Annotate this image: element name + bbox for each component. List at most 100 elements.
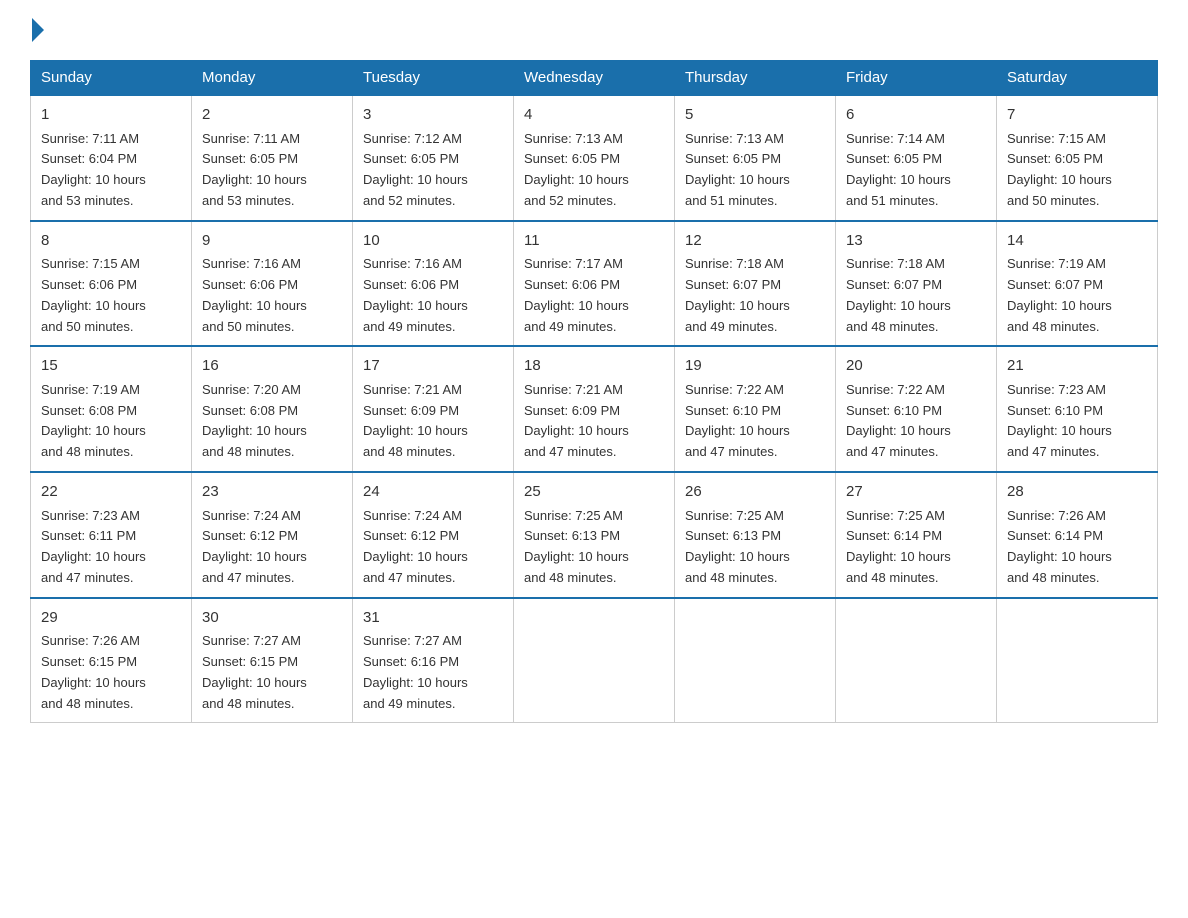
day-number: 21 (1007, 355, 1147, 378)
col-header-monday: Monday (192, 61, 353, 96)
day-cell-1: 1Sunrise: 7:11 AMSunset: 6:04 PMDaylight… (31, 95, 192, 221)
day-number: 17 (363, 355, 503, 378)
day-info: Sunrise: 7:15 AMSunset: 6:05 PMDaylight:… (1007, 129, 1147, 212)
col-header-wednesday: Wednesday (514, 61, 675, 96)
day-info: Sunrise: 7:14 AMSunset: 6:05 PMDaylight:… (846, 129, 986, 212)
day-info: Sunrise: 7:19 AMSunset: 6:07 PMDaylight:… (1007, 254, 1147, 337)
day-number: 23 (202, 481, 342, 504)
day-cell-15: 15Sunrise: 7:19 AMSunset: 6:08 PMDayligh… (31, 346, 192, 472)
day-cell-19: 19Sunrise: 7:22 AMSunset: 6:10 PMDayligh… (675, 346, 836, 472)
day-cell-7: 7Sunrise: 7:15 AMSunset: 6:05 PMDaylight… (997, 95, 1158, 221)
day-cell-8: 8Sunrise: 7:15 AMSunset: 6:06 PMDaylight… (31, 221, 192, 347)
day-number: 14 (1007, 230, 1147, 253)
day-cell-empty (514, 598, 675, 723)
day-info: Sunrise: 7:22 AMSunset: 6:10 PMDaylight:… (685, 380, 825, 463)
day-cell-4: 4Sunrise: 7:13 AMSunset: 6:05 PMDaylight… (514, 95, 675, 221)
day-number: 19 (685, 355, 825, 378)
day-number: 12 (685, 230, 825, 253)
day-info: Sunrise: 7:20 AMSunset: 6:08 PMDaylight:… (202, 380, 342, 463)
day-cell-30: 30Sunrise: 7:27 AMSunset: 6:15 PMDayligh… (192, 598, 353, 723)
day-info: Sunrise: 7:13 AMSunset: 6:05 PMDaylight:… (524, 129, 664, 212)
day-cell-empty (836, 598, 997, 723)
day-info: Sunrise: 7:16 AMSunset: 6:06 PMDaylight:… (202, 254, 342, 337)
col-header-sunday: Sunday (31, 61, 192, 96)
day-info: Sunrise: 7:26 AMSunset: 6:14 PMDaylight:… (1007, 506, 1147, 589)
day-info: Sunrise: 7:18 AMSunset: 6:07 PMDaylight:… (846, 254, 986, 337)
day-info: Sunrise: 7:16 AMSunset: 6:06 PMDaylight:… (363, 254, 503, 337)
day-cell-20: 20Sunrise: 7:22 AMSunset: 6:10 PMDayligh… (836, 346, 997, 472)
day-cell-16: 16Sunrise: 7:20 AMSunset: 6:08 PMDayligh… (192, 346, 353, 472)
day-info: Sunrise: 7:15 AMSunset: 6:06 PMDaylight:… (41, 254, 181, 337)
col-header-tuesday: Tuesday (353, 61, 514, 96)
day-info: Sunrise: 7:11 AMSunset: 6:05 PMDaylight:… (202, 129, 342, 212)
day-info: Sunrise: 7:25 AMSunset: 6:13 PMDaylight:… (685, 506, 825, 589)
day-number: 28 (1007, 481, 1147, 504)
day-cell-13: 13Sunrise: 7:18 AMSunset: 6:07 PMDayligh… (836, 221, 997, 347)
day-cell-28: 28Sunrise: 7:26 AMSunset: 6:14 PMDayligh… (997, 472, 1158, 598)
day-number: 1 (41, 104, 181, 127)
week-row-5: 29Sunrise: 7:26 AMSunset: 6:15 PMDayligh… (31, 598, 1158, 723)
day-number: 29 (41, 607, 181, 630)
day-number: 13 (846, 230, 986, 253)
calendar-table: SundayMondayTuesdayWednesdayThursdayFrid… (30, 60, 1158, 723)
day-cell-5: 5Sunrise: 7:13 AMSunset: 6:05 PMDaylight… (675, 95, 836, 221)
day-number: 2 (202, 104, 342, 127)
day-cell-24: 24Sunrise: 7:24 AMSunset: 6:12 PMDayligh… (353, 472, 514, 598)
day-info: Sunrise: 7:23 AMSunset: 6:11 PMDaylight:… (41, 506, 181, 589)
day-number: 15 (41, 355, 181, 378)
day-number: 8 (41, 230, 181, 253)
week-row-4: 22Sunrise: 7:23 AMSunset: 6:11 PMDayligh… (31, 472, 1158, 598)
day-info: Sunrise: 7:13 AMSunset: 6:05 PMDaylight:… (685, 129, 825, 212)
day-cell-2: 2Sunrise: 7:11 AMSunset: 6:05 PMDaylight… (192, 95, 353, 221)
day-number: 5 (685, 104, 825, 127)
day-info: Sunrise: 7:21 AMSunset: 6:09 PMDaylight:… (363, 380, 503, 463)
day-info: Sunrise: 7:12 AMSunset: 6:05 PMDaylight:… (363, 129, 503, 212)
week-row-2: 8Sunrise: 7:15 AMSunset: 6:06 PMDaylight… (31, 221, 1158, 347)
day-number: 22 (41, 481, 181, 504)
day-cell-11: 11Sunrise: 7:17 AMSunset: 6:06 PMDayligh… (514, 221, 675, 347)
day-number: 4 (524, 104, 664, 127)
day-number: 25 (524, 481, 664, 504)
day-cell-22: 22Sunrise: 7:23 AMSunset: 6:11 PMDayligh… (31, 472, 192, 598)
day-cell-29: 29Sunrise: 7:26 AMSunset: 6:15 PMDayligh… (31, 598, 192, 723)
logo-triangle-icon (32, 18, 44, 42)
day-info: Sunrise: 7:21 AMSunset: 6:09 PMDaylight:… (524, 380, 664, 463)
day-cell-empty (675, 598, 836, 723)
col-header-thursday: Thursday (675, 61, 836, 96)
week-row-3: 15Sunrise: 7:19 AMSunset: 6:08 PMDayligh… (31, 346, 1158, 472)
day-info: Sunrise: 7:27 AMSunset: 6:15 PMDaylight:… (202, 631, 342, 714)
day-info: Sunrise: 7:23 AMSunset: 6:10 PMDaylight:… (1007, 380, 1147, 463)
day-number: 11 (524, 230, 664, 253)
day-cell-3: 3Sunrise: 7:12 AMSunset: 6:05 PMDaylight… (353, 95, 514, 221)
day-number: 18 (524, 355, 664, 378)
day-cell-9: 9Sunrise: 7:16 AMSunset: 6:06 PMDaylight… (192, 221, 353, 347)
day-info: Sunrise: 7:17 AMSunset: 6:06 PMDaylight:… (524, 254, 664, 337)
day-number: 7 (1007, 104, 1147, 127)
page-header (30, 20, 1158, 42)
logo (30, 20, 48, 42)
day-number: 6 (846, 104, 986, 127)
day-cell-17: 17Sunrise: 7:21 AMSunset: 6:09 PMDayligh… (353, 346, 514, 472)
day-info: Sunrise: 7:18 AMSunset: 6:07 PMDaylight:… (685, 254, 825, 337)
day-cell-23: 23Sunrise: 7:24 AMSunset: 6:12 PMDayligh… (192, 472, 353, 598)
day-cell-21: 21Sunrise: 7:23 AMSunset: 6:10 PMDayligh… (997, 346, 1158, 472)
day-cell-6: 6Sunrise: 7:14 AMSunset: 6:05 PMDaylight… (836, 95, 997, 221)
day-cell-14: 14Sunrise: 7:19 AMSunset: 6:07 PMDayligh… (997, 221, 1158, 347)
day-cell-18: 18Sunrise: 7:21 AMSunset: 6:09 PMDayligh… (514, 346, 675, 472)
day-number: 10 (363, 230, 503, 253)
day-number: 16 (202, 355, 342, 378)
day-cell-empty (997, 598, 1158, 723)
day-number: 27 (846, 481, 986, 504)
day-info: Sunrise: 7:27 AMSunset: 6:16 PMDaylight:… (363, 631, 503, 714)
day-number: 30 (202, 607, 342, 630)
day-info: Sunrise: 7:19 AMSunset: 6:08 PMDaylight:… (41, 380, 181, 463)
day-number: 26 (685, 481, 825, 504)
day-number: 9 (202, 230, 342, 253)
col-header-friday: Friday (836, 61, 997, 96)
day-number: 31 (363, 607, 503, 630)
day-info: Sunrise: 7:11 AMSunset: 6:04 PMDaylight:… (41, 129, 181, 212)
day-cell-27: 27Sunrise: 7:25 AMSunset: 6:14 PMDayligh… (836, 472, 997, 598)
day-cell-10: 10Sunrise: 7:16 AMSunset: 6:06 PMDayligh… (353, 221, 514, 347)
day-info: Sunrise: 7:24 AMSunset: 6:12 PMDaylight:… (202, 506, 342, 589)
day-info: Sunrise: 7:26 AMSunset: 6:15 PMDaylight:… (41, 631, 181, 714)
